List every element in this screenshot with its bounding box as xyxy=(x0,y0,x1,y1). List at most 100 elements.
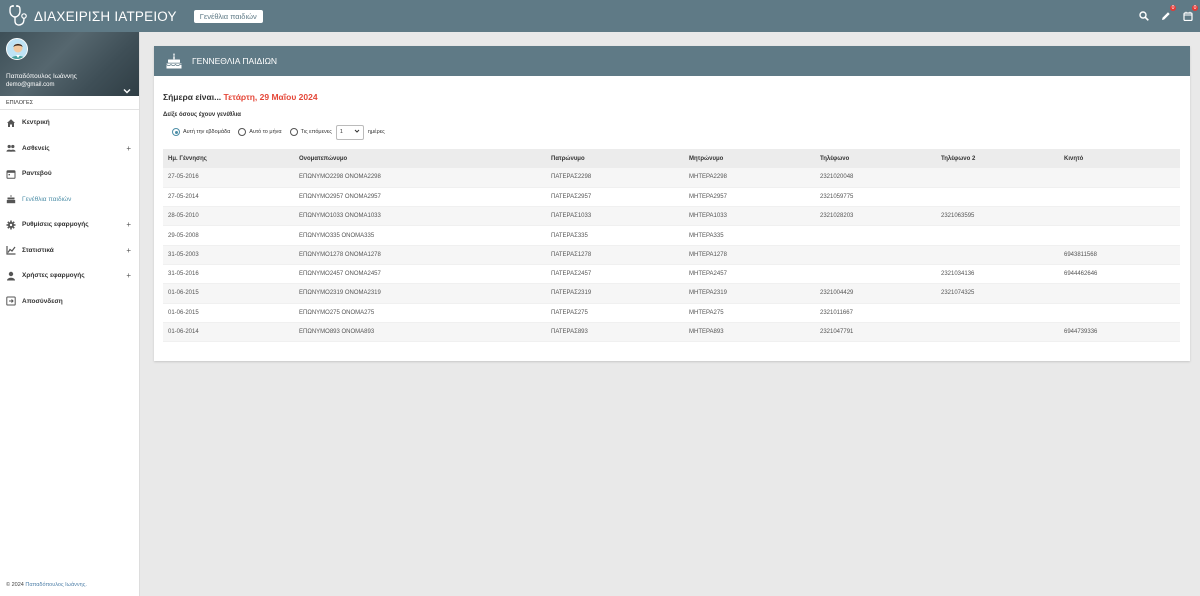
table-cell xyxy=(815,264,936,285)
radio-this-week[interactable]: Αυτή την εβδομάδα xyxy=(172,128,230,136)
table-cell: ΜΗΤΕΡΑ2319 xyxy=(684,283,815,304)
table-row[interactable]: 27-05-2014 ΕΠΩΝΥΜΟ2957 ΟΝΟΜΑ2957 ΠΑΤΕΡΑΣ29… xyxy=(163,187,1180,208)
people-icon xyxy=(6,143,16,153)
sidebar-item-users[interactable]: Χρήστες εφαρμογής + xyxy=(0,263,139,289)
table-cell: 2321034136 xyxy=(936,264,1059,285)
search-icon[interactable] xyxy=(1138,10,1150,22)
avatar xyxy=(6,38,28,60)
table-cell xyxy=(1059,303,1180,323)
chart-icon xyxy=(6,245,16,255)
radio-button[interactable] xyxy=(172,128,180,136)
radio-next-days[interactable]: Τις επόμενες xyxy=(289,128,332,136)
table-cell xyxy=(1059,225,1180,246)
calendar-badge: 0 xyxy=(1192,5,1198,11)
app-title: ΔΙΑΧΕΙΡΙΣΗ ΙΑΤΡΕΙΟΥ xyxy=(34,8,177,24)
card-title: ΓΕΝΝΕΘΛΙΑ ΠΑΙΔΙΩΝ xyxy=(192,56,278,66)
table-cell: 27-05-2016 xyxy=(163,168,294,188)
column-header[interactable]: Ημ. Γέννησης xyxy=(163,149,294,168)
sidebar-item-home[interactable]: Κεντρική xyxy=(0,110,139,136)
cake-icon xyxy=(165,52,183,70)
table-cell: 6944739336 xyxy=(1059,322,1180,343)
table-row[interactable]: 28-05-2010 ΕΠΩΝΥΜΟ1033 ΟΝΟΜΑ1033 ΠΑΤΕΡΑΣ10… xyxy=(163,206,1180,227)
table-cell xyxy=(936,245,1059,265)
table-row[interactable]: 27-05-2016 ΕΠΩΝΥΜΟ2298 ΟΝΟΜΑ2298 ΠΑΤΕΡΑΣ22… xyxy=(163,168,1180,188)
radio-button[interactable] xyxy=(238,128,247,136)
table-cell xyxy=(815,245,936,265)
table-cell xyxy=(1059,187,1180,208)
radio-button[interactable] xyxy=(289,128,298,136)
column-header[interactable]: Ονοματεπώνυμο xyxy=(294,149,546,168)
plus-icon[interactable]: + xyxy=(126,246,131,255)
table-row[interactable]: 01-06-2015 ΕΠΩΝΥΜΟ275 ΟΝΟΜΑ275 ΠΑΤΕΡΑΣ275 Μ… xyxy=(163,303,1180,323)
table-cell xyxy=(936,187,1059,208)
table-cell: ΠΑΤΕΡΑΣ2298 xyxy=(546,168,684,188)
chevron-down-icon[interactable] xyxy=(123,82,131,94)
sidebar-item-logout[interactable]: Αποσύνδεση xyxy=(0,289,139,315)
table-cell: ΜΗΤΕΡΑ2457 xyxy=(684,264,815,285)
table-cell: 31-05-2003 xyxy=(163,245,294,265)
sidebar-item-settings[interactable]: Ρυθμίσεις εφαρμογής + xyxy=(0,212,139,238)
pen-badge: 0 xyxy=(1170,5,1176,11)
table-cell: ΕΠΩΝΥΜΟ2298 ΟΝΟΜΑ2298 xyxy=(294,168,546,188)
today-date: Τετάρτη, 29 Μαΐου 2024 xyxy=(223,92,318,102)
radio-label: Αυτή την εβδομάδα xyxy=(183,129,231,135)
plus-icon[interactable]: + xyxy=(126,220,131,229)
table-cell: 28-05-2010 xyxy=(163,206,294,227)
plus-icon[interactable]: + xyxy=(126,144,131,153)
table-cell: 31-05-2016 xyxy=(163,264,294,285)
filter-options: Αυτή την εβδομάδα Αυτό το μήνα Τις επόμε… xyxy=(172,124,385,140)
column-header[interactable]: Τηλέφωνο 2 xyxy=(936,149,1059,168)
table-cell: ΜΗΤΕΡΑ1033 xyxy=(684,206,815,227)
column-header[interactable]: Πατρώνυμο xyxy=(546,149,684,168)
radio-this-month[interactable]: Αυτό το μήνα xyxy=(238,128,282,136)
sidebar-item-birthdays[interactable]: Γενέθλια παιδιών xyxy=(0,187,139,213)
table-cell: ΠΑΤΕΡΑΣ893 xyxy=(546,322,684,343)
table-row[interactable]: 01-06-2014 ΕΠΩΝΥΜΟ893 ΟΝΟΜΑ893 ΠΑΤΕΡΑΣ893 Μ… xyxy=(163,322,1180,343)
birthdays-table: Ημ. Γέννησης Ονοματεπώνυμο Πατρώνυμο Μητρών… xyxy=(163,149,1180,343)
table-cell: ΠΑΤΕΡΑΣ1033 xyxy=(546,206,684,227)
sidebar-item-label: Ρυθμίσεις εφαρμογής xyxy=(22,221,89,229)
table-cell: 29-05-2008 xyxy=(163,225,294,246)
column-header[interactable]: Κινητό xyxy=(1059,149,1180,168)
table-cell: ΕΠΩΝΥΜΟ1033 ΟΝΟΜΑ1033 xyxy=(294,206,546,227)
table-cell: ΕΠΩΝΥΜΟ275 ΟΝΟΜΑ275 xyxy=(294,303,546,323)
table-cell xyxy=(936,322,1059,343)
sidebar-item-label: Στατιστικά xyxy=(22,246,54,254)
table-cell: ΠΑΤΕΡΑΣ2957 xyxy=(546,187,684,208)
days-select[interactable]: 1 xyxy=(335,124,364,140)
table-cell xyxy=(815,225,936,246)
sidebar-item-label: Αποσύνδεση xyxy=(22,297,63,305)
sidebar-item-patients[interactable]: Ασθενείς + xyxy=(0,136,139,162)
sidebar-item-label: Γενέθλια παιδιών xyxy=(22,195,72,203)
user-name: Παπαδόπουλος Ιωάννης xyxy=(6,73,77,80)
sidebar-item-label: Κεντρική xyxy=(22,119,50,127)
calendar-icon[interactable]: 0 xyxy=(1182,5,1198,22)
column-header[interactable]: Τηλέφωνο xyxy=(815,149,936,168)
column-header[interactable]: Μητρώνυμο xyxy=(684,149,815,168)
table-cell: ΕΠΩΝΥΜΟ2457 ΟΝΟΜΑ2457 xyxy=(294,264,546,285)
table-cell: ΠΑΤΕΡΑΣ1278 xyxy=(546,245,684,265)
table-cell xyxy=(1059,283,1180,304)
breadcrumb[interactable]: Γενέθλια παιδιών xyxy=(193,9,263,23)
table-cell: 01-06-2014 xyxy=(163,322,294,343)
footer-link[interactable]: Παπαδόπουλος Ιωάννης. xyxy=(25,582,87,588)
table-cell: 2321028203 xyxy=(815,206,936,227)
logout-icon xyxy=(6,296,16,306)
table-row[interactable]: 01-06-2015 ΕΠΩΝΥΜΟ2319 ΟΝΟΜΑ2319 ΠΑΤΕΡΑΣ23… xyxy=(163,283,1180,304)
logo[interactable]: ΔΙΑΧΕΙΡΙΣΗ ΙΑΤΡΕΙΟΥ xyxy=(0,0,177,32)
table-row[interactable]: 31-05-2003 ΕΠΩΝΥΜΟ1278 ΟΝΟΜΑ1278 ΠΑΤΕΡΑΣ12… xyxy=(163,245,1180,265)
table-row[interactable]: 31-05-2016 ΕΠΩΝΥΜΟ2457 ΟΝΟΜΑ2457 ΠΑΤΕΡΑΣ24… xyxy=(163,264,1180,285)
table-cell xyxy=(1059,206,1180,227)
table-cell: 2321047791 xyxy=(815,322,936,343)
table-cell: ΠΑΤΕΡΑΣ2457 xyxy=(546,264,684,285)
table-cell: 2321004429 xyxy=(815,283,936,304)
table-cell xyxy=(936,303,1059,323)
plus-icon[interactable]: + xyxy=(126,271,131,280)
table-cell: ΜΗΤΕΡΑ275 xyxy=(684,303,815,323)
pen-icon[interactable]: 0 xyxy=(1160,5,1176,22)
table-row[interactable]: 29-05-2008 ΕΠΩΝΥΜΟ335 ΟΝΟΜΑ335 ΠΑΤΕΡΑΣ335 Μ… xyxy=(163,225,1180,246)
table-cell: ΠΑΤΕΡΑΣ2319 xyxy=(546,283,684,304)
sidebar-item-statistics[interactable]: Στατιστικά + xyxy=(0,238,139,264)
sidebar-item-appointments[interactable]: Ραντεβού xyxy=(0,161,139,187)
sidebar-item-label: Χρήστες εφαρμογής xyxy=(22,272,85,280)
